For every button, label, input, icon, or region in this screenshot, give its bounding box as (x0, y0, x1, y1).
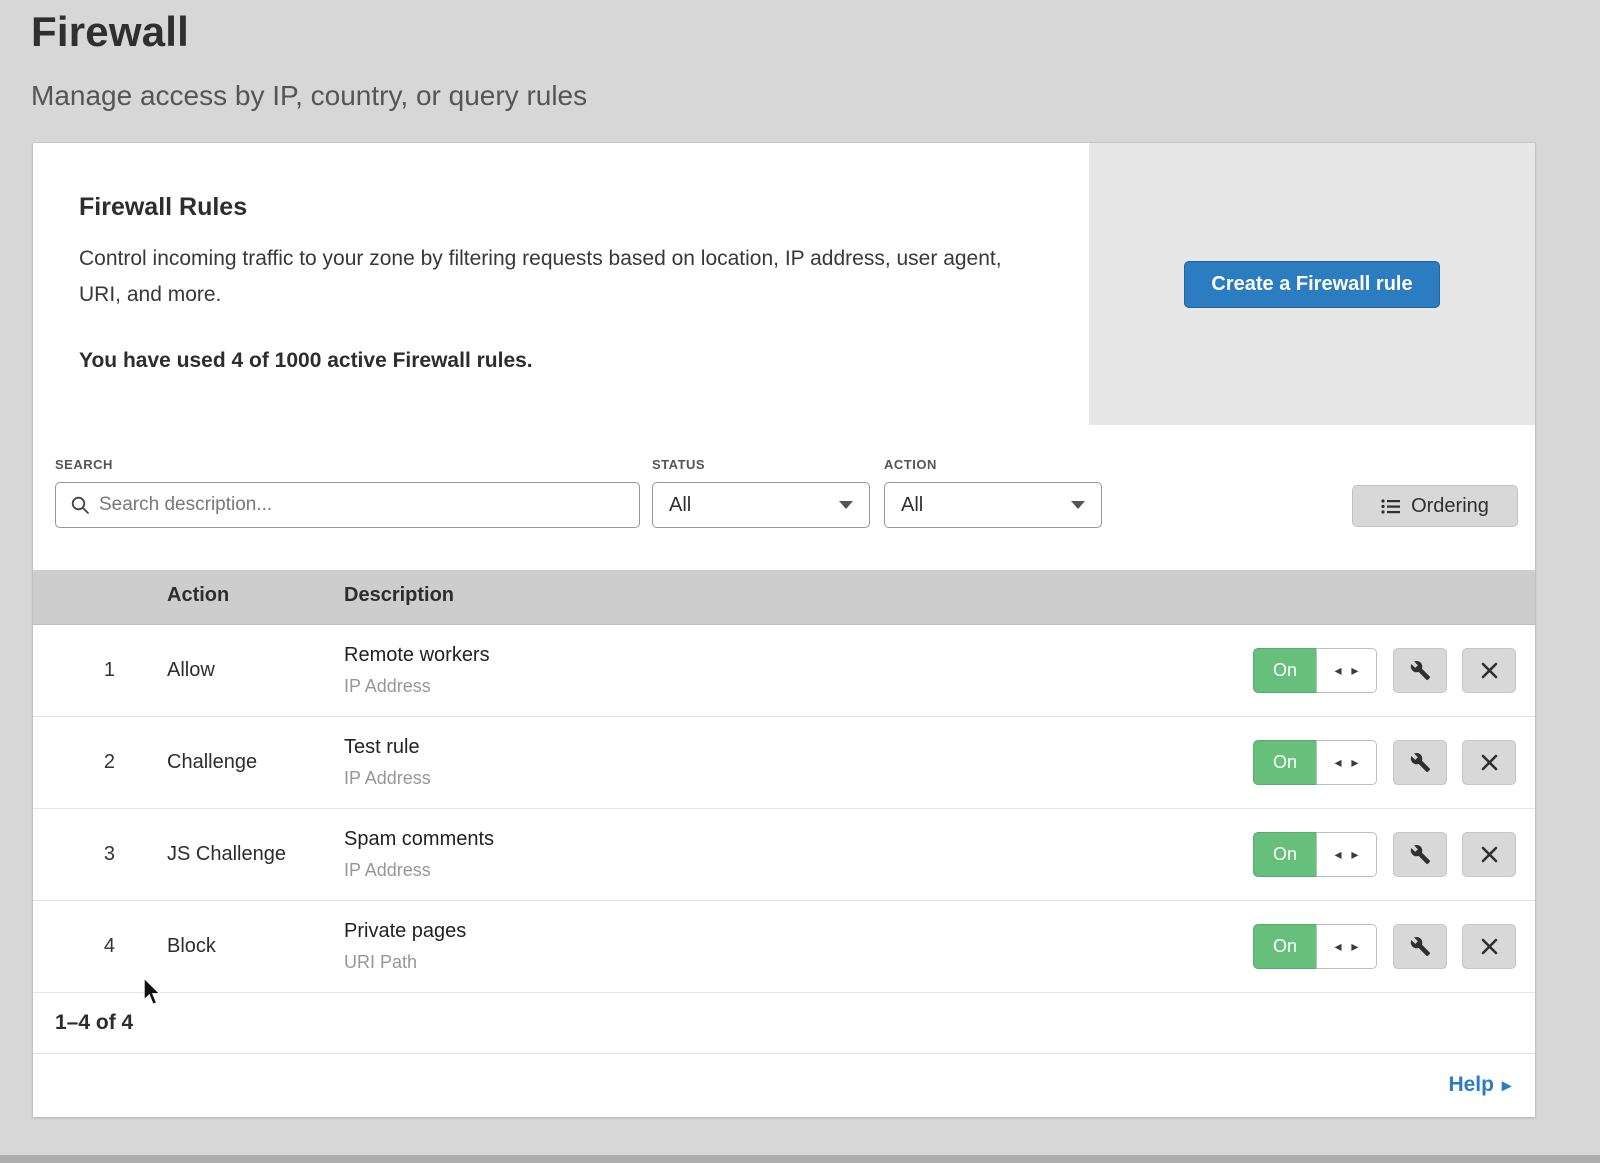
rule-toggle[interactable]: On ◂ ▸ (1253, 832, 1377, 877)
search-input[interactable] (99, 494, 619, 516)
edit-rule-button[interactable] (1393, 648, 1447, 693)
status-select-value: All (669, 494, 691, 517)
window-bottom-edge (0, 1155, 1600, 1163)
toggle-on-button[interactable]: On (1253, 648, 1316, 693)
chevron-down-icon (839, 501, 853, 509)
column-header-description: Description (344, 584, 454, 607)
status-select[interactable]: All (652, 482, 870, 528)
toggle-drag-handle-icon[interactable]: ◂ ▸ (1316, 924, 1377, 969)
help-arrow-icon: ▸ (1502, 1075, 1511, 1096)
rule-toggle[interactable]: On ◂ ▸ (1253, 648, 1377, 693)
pagination-text: 1–4 of 4 (55, 1011, 133, 1035)
help-link-label: Help (1448, 1073, 1494, 1097)
page-subtitle: Manage access by IP, country, or query r… (31, 80, 587, 112)
help-link[interactable]: Help ▸ (1448, 1073, 1511, 1097)
rule-priority: 4 (85, 935, 115, 958)
rules-usage-text: You have used 4 of 1000 active Firewall … (79, 349, 533, 373)
wrench-icon (1410, 660, 1431, 681)
action-label: ACTION (884, 457, 937, 472)
rule-description: Remote workers (344, 644, 490, 667)
chevron-down-icon (1071, 501, 1085, 509)
table-row: 4 Block Private pages URI Path On ◂ ▸ (33, 901, 1535, 993)
ordering-button-label: Ordering (1411, 495, 1489, 518)
card-description: Control incoming traffic to your zone by… (79, 241, 1029, 313)
close-icon (1481, 938, 1498, 955)
search-label: SEARCH (55, 457, 113, 472)
rule-action: JS Challenge (167, 843, 286, 866)
wrench-icon (1410, 752, 1431, 773)
table-row: 1 Allow Remote workers IP Address On ◂ ▸ (33, 625, 1535, 717)
toggle-drag-handle-icon[interactable]: ◂ ▸ (1316, 740, 1377, 785)
footer-divider (33, 1053, 1535, 1054)
create-rule-panel: Create a Firewall rule (1089, 143, 1535, 425)
rule-priority: 2 (85, 751, 115, 774)
edit-rule-button[interactable] (1393, 924, 1447, 969)
toggle-on-button[interactable]: On (1253, 740, 1316, 785)
ordering-list-icon (1381, 498, 1401, 515)
rule-match-type: URI Path (344, 952, 417, 973)
action-select-value: All (901, 494, 923, 517)
rule-description: Test rule (344, 736, 420, 759)
rule-action: Challenge (167, 751, 257, 774)
rule-match-type: IP Address (344, 860, 431, 881)
rule-toggle[interactable]: On ◂ ▸ (1253, 924, 1377, 969)
column-header-action: Action (167, 584, 229, 607)
wrench-icon (1410, 936, 1431, 957)
toggle-on-button[interactable]: On (1253, 832, 1316, 877)
card-title: Firewall Rules (79, 193, 247, 222)
rule-match-type: IP Address (344, 768, 431, 789)
toggle-drag-handle-icon[interactable]: ◂ ▸ (1316, 648, 1377, 693)
create-firewall-rule-button[interactable]: Create a Firewall rule (1184, 261, 1439, 308)
search-icon (70, 495, 90, 515)
rule-toggle[interactable]: On ◂ ▸ (1253, 740, 1377, 785)
status-label: STATUS (652, 457, 705, 472)
action-select[interactable]: All (884, 482, 1102, 528)
close-icon (1481, 846, 1498, 863)
firewall-rules-card: Create a Firewall rule Firewall Rules Co… (33, 143, 1535, 1117)
toggle-on-button[interactable]: On (1253, 924, 1316, 969)
table-row: 3 JS Challenge Spam comments IP Address … (33, 809, 1535, 901)
search-box (55, 482, 640, 528)
rule-priority: 1 (85, 659, 115, 682)
delete-rule-button[interactable] (1462, 832, 1516, 877)
ordering-button[interactable]: Ordering (1352, 485, 1518, 527)
edit-rule-button[interactable] (1393, 740, 1447, 785)
rules-table-body: 1 Allow Remote workers IP Address On ◂ ▸… (33, 625, 1535, 993)
rule-priority: 3 (85, 843, 115, 866)
toggle-drag-handle-icon[interactable]: ◂ ▸ (1316, 832, 1377, 877)
rule-description: Spam comments (344, 828, 494, 851)
wrench-icon (1410, 844, 1431, 865)
table-header: Action Description (33, 570, 1535, 625)
close-icon (1481, 754, 1498, 771)
page-title: Firewall (31, 8, 189, 56)
rule-description: Private pages (344, 920, 466, 943)
table-row: 2 Challenge Test rule IP Address On ◂ ▸ (33, 717, 1535, 809)
close-icon (1481, 662, 1498, 679)
delete-rule-button[interactable] (1462, 740, 1516, 785)
delete-rule-button[interactable] (1462, 924, 1516, 969)
edit-rule-button[interactable] (1393, 832, 1447, 877)
rule-action: Allow (167, 659, 215, 682)
rule-action: Block (167, 935, 216, 958)
rule-match-type: IP Address (344, 676, 431, 697)
delete-rule-button[interactable] (1462, 648, 1516, 693)
